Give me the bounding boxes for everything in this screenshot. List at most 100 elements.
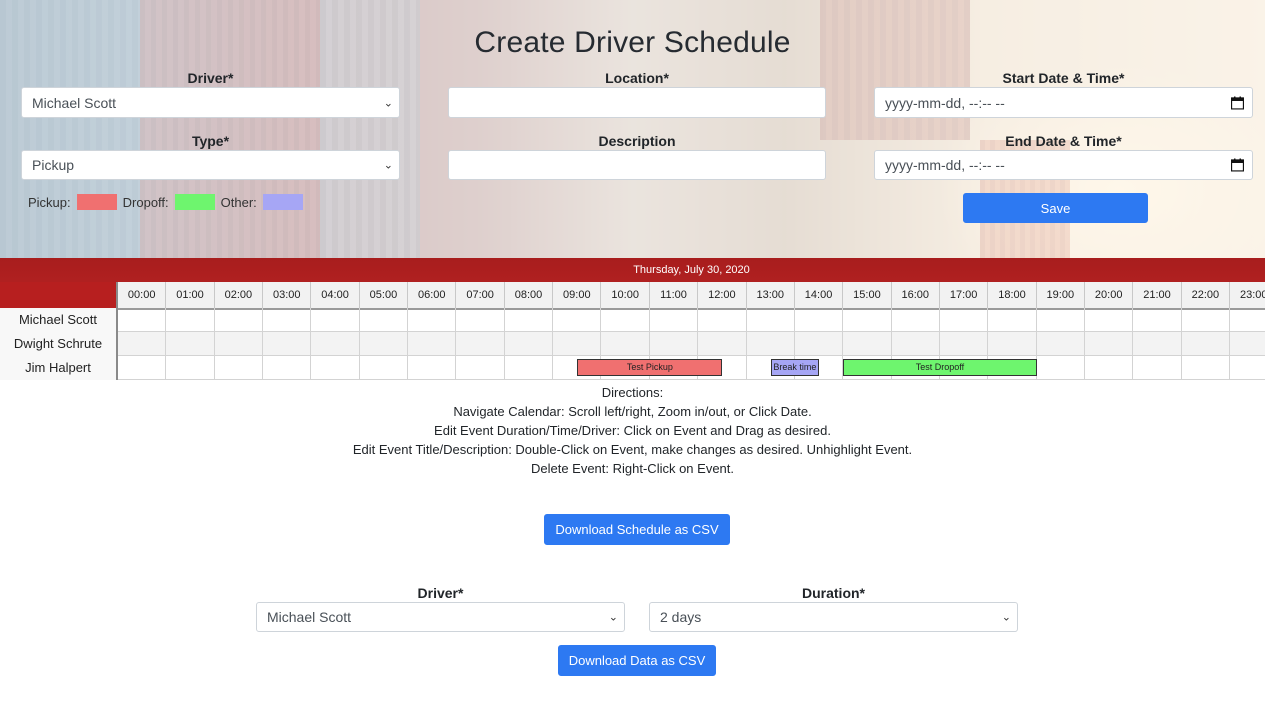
time-slot[interactable] <box>1037 332 1085 355</box>
time-slot[interactable] <box>360 356 409 379</box>
download-data-button[interactable]: Download Data as CSV <box>558 645 716 676</box>
time-slot[interactable] <box>118 332 167 355</box>
time-slot[interactable] <box>456 308 505 331</box>
date-header[interactable]: Thursday, July 30, 2020 <box>0 258 1265 282</box>
driver-select[interactable]: Michael Scott ⌄ <box>21 87 400 118</box>
time-slot[interactable] <box>118 356 167 379</box>
schedule-event-other[interactable]: Break time <box>770 359 820 376</box>
time-slot[interactable] <box>553 332 602 355</box>
time-slot[interactable] <box>311 308 360 331</box>
hour-label: 19:00 <box>1037 282 1085 308</box>
time-slot[interactable] <box>1133 332 1182 355</box>
hour-label: 06:00 <box>408 282 457 308</box>
schedule-event-pickup[interactable]: Test Pickup <box>577 359 723 376</box>
time-slot[interactable] <box>408 332 457 355</box>
driver-row[interactable]: Dwight Schrute <box>0 332 1265 356</box>
calendar-icon[interactable] <box>1231 158 1244 172</box>
start-datetime-input[interactable]: yyyy-mm-dd, --:-- -- <box>874 87 1253 118</box>
time-slot[interactable] <box>1230 356 1265 379</box>
time-slot[interactable] <box>843 308 892 331</box>
hour-label: 07:00 <box>456 282 505 308</box>
time-slot[interactable] <box>1182 332 1231 355</box>
time-slot[interactable] <box>892 308 940 331</box>
time-slot[interactable] <box>1037 308 1085 331</box>
type-select[interactable]: Pickup ⌄ <box>21 150 400 180</box>
time-slot[interactable] <box>215 356 264 379</box>
time-slot[interactable] <box>1230 332 1265 355</box>
time-slot[interactable] <box>1037 356 1085 379</box>
schedule-calendar[interactable]: Thursday, July 30, 2020 00:00 01:00 02:00 0… <box>0 258 1265 381</box>
driver-row-label: Jim Halpert <box>0 356 118 380</box>
time-slot[interactable] <box>166 356 215 379</box>
location-input[interactable] <box>448 87 826 118</box>
export-duration-value: 2 days <box>660 609 702 625</box>
time-slot[interactable] <box>408 308 457 331</box>
time-slot[interactable] <box>263 332 312 355</box>
description-input[interactable] <box>448 150 826 180</box>
hour-label: 16:00 <box>892 282 940 308</box>
time-slot[interactable] <box>456 332 505 355</box>
time-slot[interactable] <box>747 308 795 331</box>
hour-label: 12:00 <box>698 282 747 308</box>
export-duration-select[interactable]: 2 days ⌄ <box>649 602 1018 632</box>
time-slot[interactable] <box>1085 308 1134 331</box>
schedule-event-dropoff[interactable]: Test Dropoff <box>843 359 1037 376</box>
legend-pickup-swatch <box>76 194 117 210</box>
time-slot[interactable] <box>456 356 505 379</box>
calendar-date[interactable]: Thursday, July 30, 2020 <box>118 258 1265 282</box>
description-label: Description <box>598 133 676 149</box>
time-slot[interactable] <box>892 332 940 355</box>
time-slot[interactable] <box>166 332 215 355</box>
save-button[interactable]: Save <box>963 193 1148 223</box>
start-datetime-placeholder: yyyy-mm-dd, --:-- -- <box>885 94 1005 111</box>
end-datetime-input[interactable]: yyyy-mm-dd, --:-- -- <box>874 150 1253 180</box>
time-slot[interactable] <box>1182 356 1231 379</box>
time-slot[interactable] <box>263 308 312 331</box>
hour-label: 11:00 <box>650 282 699 308</box>
time-slot[interactable] <box>505 308 554 331</box>
time-slot[interactable] <box>747 332 795 355</box>
time-slot[interactable] <box>311 332 360 355</box>
time-slot[interactable] <box>650 332 699 355</box>
time-slot[interactable] <box>1085 332 1134 355</box>
time-slot[interactable] <box>988 332 1037 355</box>
time-slot[interactable] <box>118 308 167 331</box>
legend-pickup-label: Pickup: <box>28 194 71 210</box>
time-slot[interactable] <box>263 356 312 379</box>
export-driver-select[interactable]: Michael Scott ⌄ <box>256 602 625 632</box>
download-schedule-button[interactable]: Download Schedule as CSV <box>544 514 730 545</box>
time-slot[interactable] <box>408 356 457 379</box>
time-slot[interactable] <box>505 332 554 355</box>
time-slot[interactable] <box>360 332 409 355</box>
time-slot[interactable] <box>1133 308 1182 331</box>
time-slot[interactable] <box>505 356 554 379</box>
time-slot[interactable] <box>988 308 1037 331</box>
time-slot[interactable] <box>940 332 989 355</box>
time-slot[interactable] <box>311 356 360 379</box>
time-slot[interactable] <box>360 308 409 331</box>
time-slot[interactable] <box>1133 356 1182 379</box>
calendar-icon[interactable] <box>1231 96 1244 109</box>
time-slot[interactable] <box>215 308 264 331</box>
hour-label: 14:00 <box>795 282 844 308</box>
hour-label: 15:00 <box>843 282 892 308</box>
time-slot[interactable] <box>602 308 650 331</box>
time-slot[interactable] <box>1230 308 1265 331</box>
time-slot[interactable] <box>650 308 699 331</box>
time-slot[interactable] <box>843 332 892 355</box>
time-slot[interactable] <box>940 308 989 331</box>
time-slot[interactable] <box>1182 308 1231 331</box>
time-slot[interactable] <box>215 332 264 355</box>
time-slot[interactable] <box>698 332 747 355</box>
hour-label: 22:00 <box>1182 282 1231 308</box>
time-slot[interactable] <box>698 308 747 331</box>
time-slot[interactable] <box>166 308 215 331</box>
direction-line: Delete Event: Right-Click on Event. <box>530 461 735 476</box>
hour-label: 20:00 <box>1085 282 1134 308</box>
time-slot[interactable] <box>795 332 844 355</box>
driver-row[interactable]: Michael Scott <box>0 308 1265 332</box>
time-slot[interactable] <box>795 308 844 331</box>
time-slot[interactable] <box>602 332 650 355</box>
time-slot[interactable] <box>1085 356 1134 379</box>
time-slot[interactable] <box>553 308 602 331</box>
